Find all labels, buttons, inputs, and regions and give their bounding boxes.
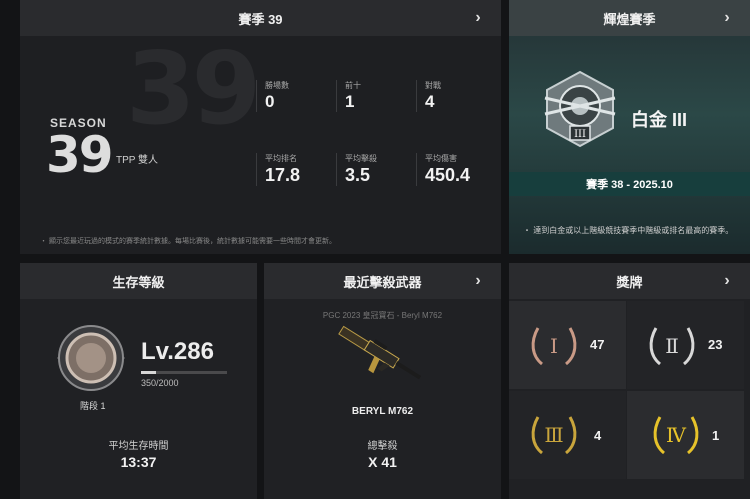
stat-value: 450.4 (425, 165, 471, 185)
weapon-title: 最近擊殺武器 (343, 274, 422, 290)
chevron-right-icon[interactable]: › (718, 272, 736, 290)
season-panel-header[interactable]: 賽季 39 › (20, 0, 501, 36)
game-mode: TPP 雙人 (116, 155, 159, 166)
level-badge-icon (57, 325, 125, 391)
avg-survival-time-label: 平均生存時間 (108, 441, 169, 452)
level-panel-header: 生存等級 (20, 263, 257, 299)
rank-panel-header[interactable]: 輝煌賽季 › (509, 0, 750, 36)
xp-value: 350/2000 (141, 378, 179, 388)
rank-tier-name: 白金 III (631, 110, 688, 130)
stat-matches: 對戰 4 (416, 80, 494, 112)
weapon-skin-name: PGC 2023 皇冠寶石 - Beryl M762 (322, 311, 443, 320)
xp-progress-bar (141, 371, 227, 374)
season-label-number: 39 (46, 126, 114, 184)
medal-numeral: Ⅰ (550, 334, 558, 358)
laurel-medal-icon: Ⅳ (653, 416, 699, 455)
stat-label: 對戰 (425, 81, 441, 90)
level-value: Lv.286 (141, 338, 214, 365)
best-season-panel: 輝煌賽季 › III 白金 III 賽季 38 - 2025.10 ・ 達到白金… (509, 0, 750, 254)
stat-label: 平均排名 (265, 154, 297, 163)
stat-label: 勝場數 (265, 81, 289, 90)
rank-title: 輝煌賽季 (603, 11, 656, 27)
medal-numeral: Ⅳ (666, 423, 687, 447)
avg-survival-time-value: 13:37 (120, 454, 157, 470)
svg-text:III: III (574, 129, 586, 140)
stat-value: 1 (345, 92, 355, 111)
medal-count: 4 (594, 428, 602, 443)
total-kills-value: X 41 (368, 454, 397, 470)
total-kills-label: 總擊殺 (367, 441, 398, 452)
stat-avg-kills: 平均擊殺 3.5 (336, 153, 414, 186)
stat-top10: 前十 1 (336, 80, 414, 112)
medal-numeral: Ⅱ (665, 334, 679, 358)
season-background-number: 39 (126, 30, 261, 147)
weapon-panel-header[interactable]: 最近擊殺武器 › (264, 263, 501, 299)
stat-value: 3.5 (345, 165, 371, 185)
weapon-name: BERYL M762 (351, 406, 414, 417)
season-note: ・ 顯示您最近玩過的模式的賽季統計數據。每場比賽後，統計數據可能需要一些時間才會… (40, 238, 336, 245)
platinum-rank-emblem-icon: III (544, 70, 616, 148)
laurel-medal-icon: Ⅰ (531, 327, 577, 366)
medal-count: 23 (708, 337, 723, 352)
rifle-icon (338, 325, 422, 380)
season-stats-panel: 賽季 39 › 39 SEASON 39 TPP 雙人 勝場數 0 前十 1 對… (20, 0, 501, 254)
chevron-right-icon[interactable]: › (718, 9, 736, 27)
laurel-medal-icon: Ⅲ (531, 416, 577, 455)
medal-numeral: Ⅲ (544, 423, 563, 447)
stat-value: 4 (425, 92, 435, 111)
stat-label: 前十 (345, 81, 361, 90)
stat-value: 0 (265, 92, 275, 111)
stat-avg-rank: 平均排名 17.8 (256, 153, 334, 186)
medals-panel-header[interactable]: 獎牌 › (509, 263, 750, 299)
stat-label: 平均擊殺 (345, 154, 377, 163)
rank-season-band: 賽季 38 - 2025.10 (509, 172, 750, 196)
level-title: 生存等級 (112, 274, 165, 290)
stat-wins: 勝場數 0 (256, 80, 334, 112)
stat-label: 平均傷害 (425, 154, 457, 163)
medals-title: 獎牌 (616, 274, 643, 290)
season-title: 賽季 39 (238, 11, 283, 27)
stat-avg-damage: 平均傷害 450.4 (416, 153, 494, 186)
medal-count: 47 (590, 337, 605, 352)
level-tier: 階段 1 (80, 401, 106, 411)
chevron-right-icon[interactable]: › (469, 9, 487, 27)
chevron-right-icon[interactable]: › (469, 272, 487, 290)
xp-progress-fill (141, 371, 157, 374)
stat-value: 17.8 (265, 165, 301, 185)
medal-count: 1 (712, 428, 720, 443)
laurel-medal-icon: Ⅱ (649, 327, 695, 366)
rank-note: ・ 達到白金或以上階級競技賽季中階級或排名最高的賽季。 (523, 226, 734, 235)
